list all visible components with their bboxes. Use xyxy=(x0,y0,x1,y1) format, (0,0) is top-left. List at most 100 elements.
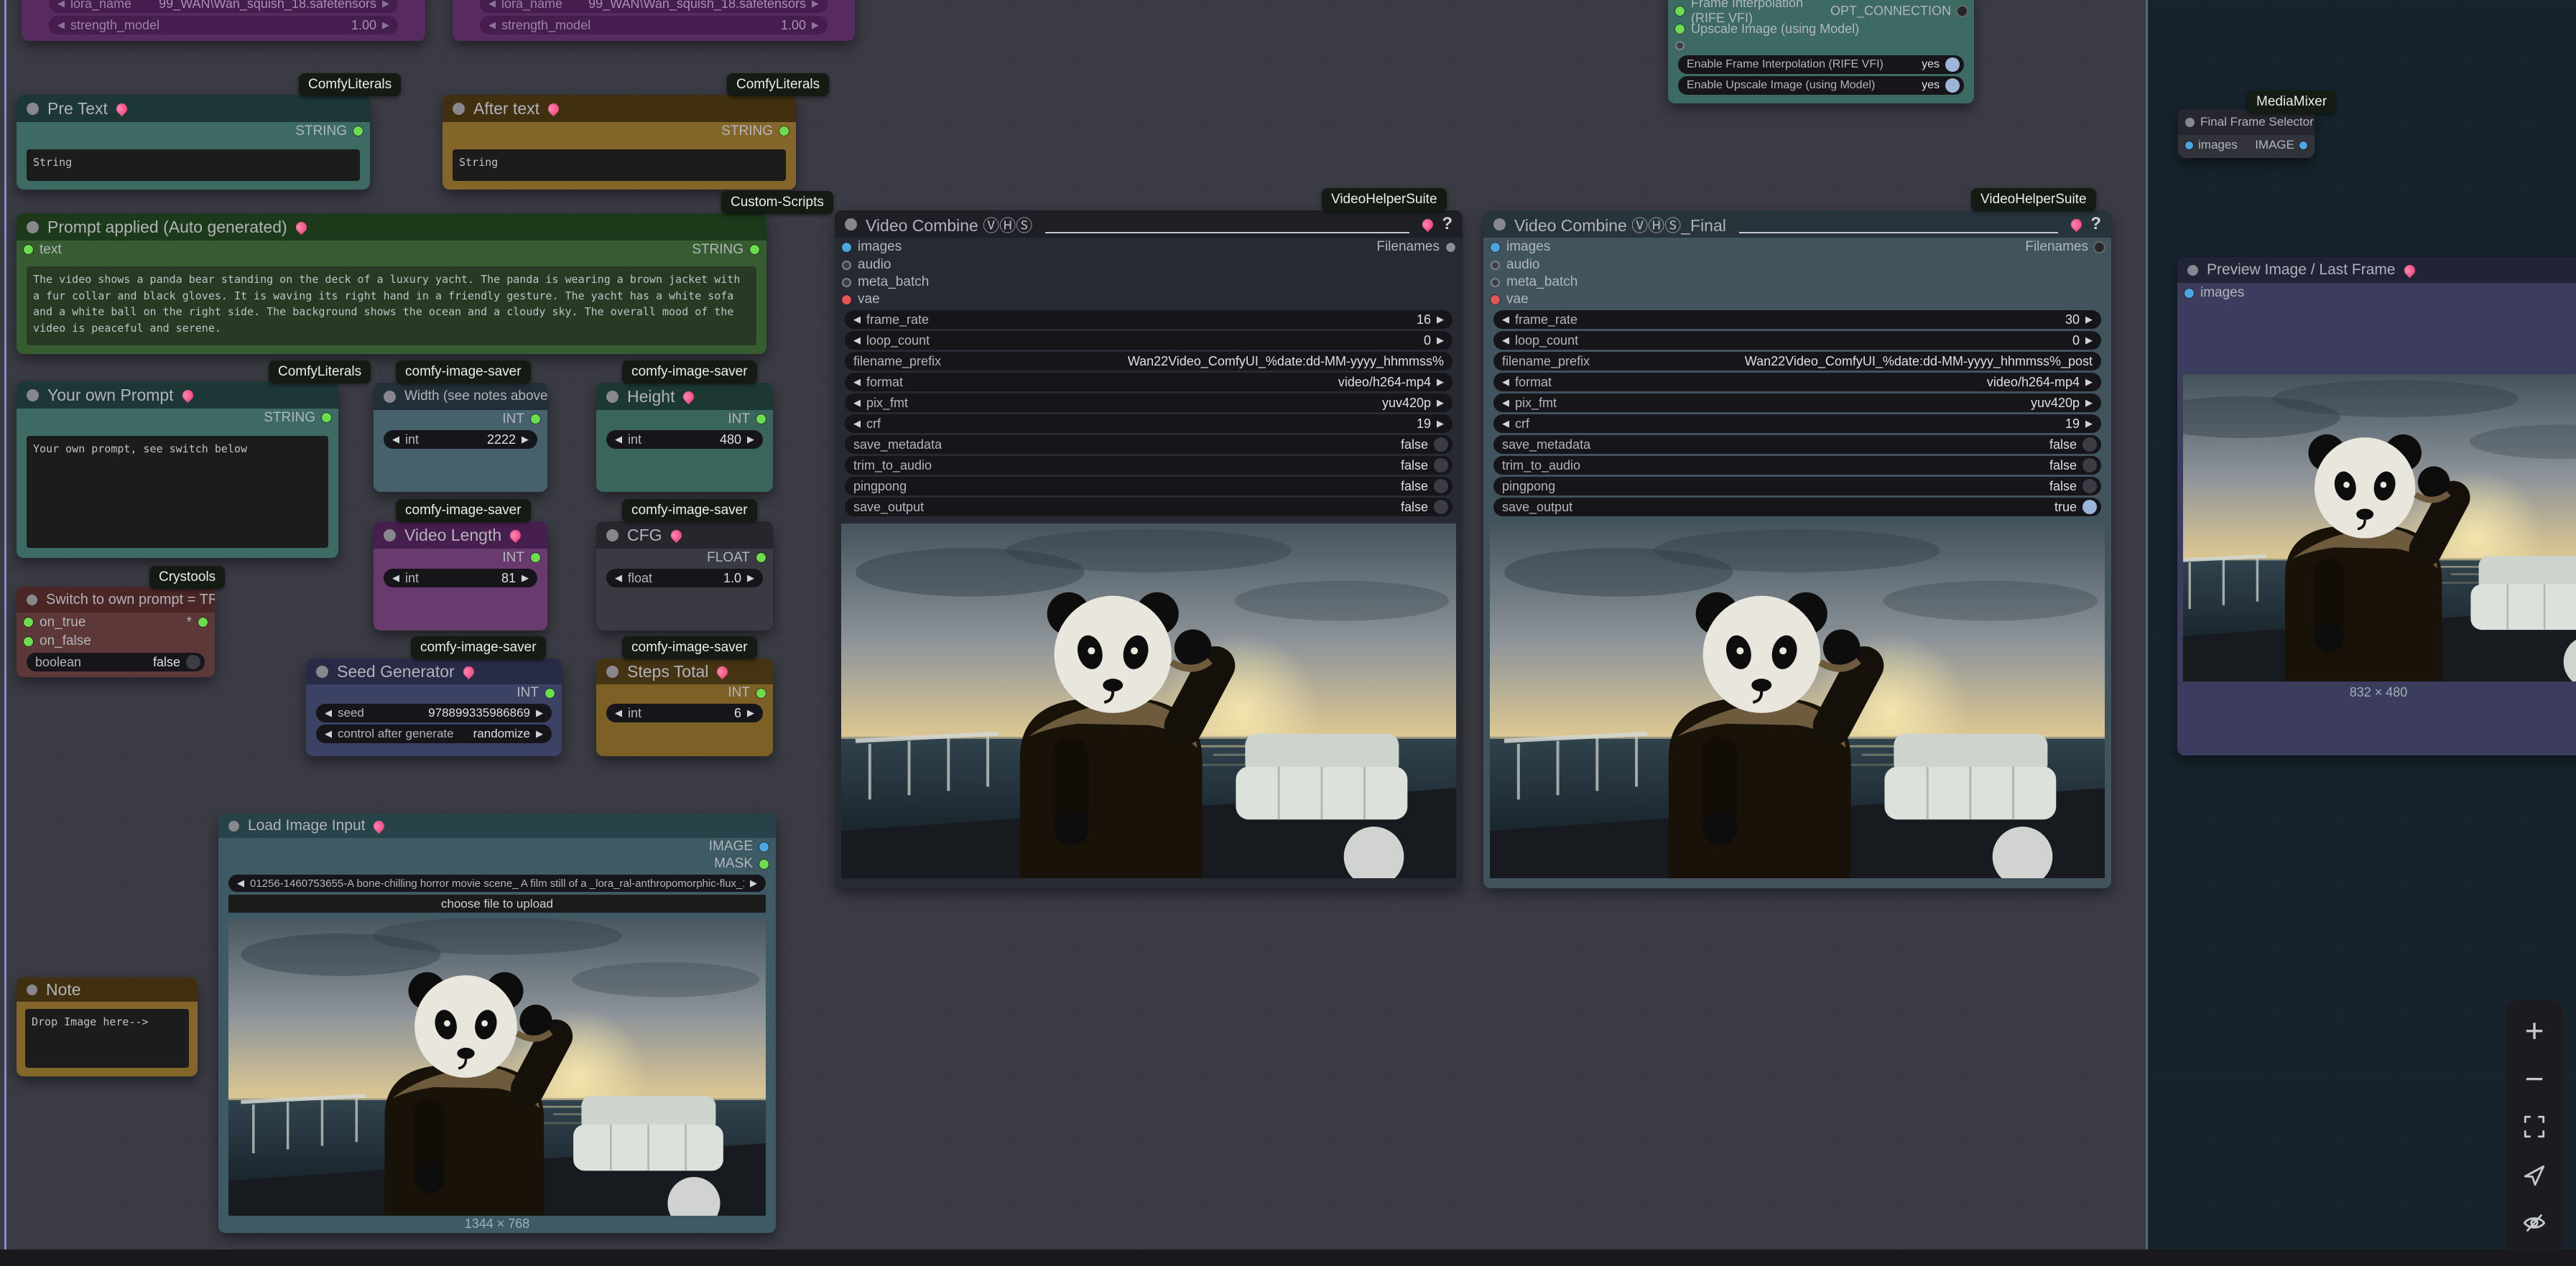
node-header[interactable]: After text xyxy=(443,95,796,122)
node-video-length[interactable]: Video Length INT ◀ int 81 ▶ xyxy=(374,521,547,630)
prev-arrow[interactable]: ◀ xyxy=(1502,397,1509,409)
save-metadata-toggle[interactable]: save_metadatafalse xyxy=(1493,435,2101,454)
image-file-combo[interactable]: ◀ 01256-1460753655-A bone-chilling horro… xyxy=(228,875,766,892)
node-header[interactable]: Steps Total xyxy=(596,658,773,684)
zoom-out-button[interactable]: − xyxy=(2517,1061,2552,1096)
lora-name-widget[interactable]: ◀ lora_name 99_WAN\Wan_squish_18.safeten… xyxy=(480,0,828,13)
pan-mode-button[interactable] xyxy=(2517,1158,2552,1192)
node-header[interactable]: Note xyxy=(17,977,198,1002)
frame-rate-widget[interactable]: ◀frame_rate30▶ xyxy=(1493,310,2101,329)
toggle-knob[interactable] xyxy=(2082,458,2097,473)
decrement-arrow[interactable]: ◀ xyxy=(853,418,861,429)
save-metadata-toggle[interactable]: save_metadatafalse xyxy=(845,435,1453,454)
toggle-knob[interactable] xyxy=(186,655,200,669)
collapse-dot[interactable] xyxy=(384,529,396,541)
collapse-dot[interactable] xyxy=(228,821,239,832)
vae-input-port[interactable] xyxy=(1491,295,1500,304)
string-output-port[interactable] xyxy=(353,126,363,136)
decrement-arrow[interactable]: ◀ xyxy=(1502,418,1509,429)
lora-name-widget[interactable]: ◀ lora_name 99_WAN\Wan_squish_18.safeten… xyxy=(49,0,398,13)
text-widget[interactable]: String xyxy=(453,149,786,181)
node-your-own-prompt[interactable]: Your own Prompt STRING Your own prompt, … xyxy=(17,381,338,558)
pix-fmt-combo-widget[interactable]: ◀pix_fmtyuv420p▶ xyxy=(1493,394,2101,412)
images-input-port[interactable] xyxy=(1491,243,1500,252)
increment-arrow[interactable]: ▶ xyxy=(2085,314,2093,325)
prev-arrow[interactable]: ◀ xyxy=(325,728,332,740)
node-header[interactable]: Width (see notes above) xyxy=(374,383,547,410)
toggle-knob[interactable] xyxy=(1434,458,1448,473)
node-load-image-input[interactable]: Load Image Input IMAGE MASK ◀ 01256-1460… xyxy=(218,814,776,1233)
increment-arrow[interactable]: ▶ xyxy=(1437,335,1444,346)
on-true-input-port[interactable] xyxy=(24,618,33,627)
next-arrow[interactable]: ▶ xyxy=(1437,376,1444,388)
loop-count-widget[interactable]: ◀loop_count0▶ xyxy=(1493,331,2101,350)
format-combo-widget[interactable]: ◀formatvideo/h264-mp4▶ xyxy=(1493,373,2101,391)
upscale-image-input-port[interactable] xyxy=(1675,24,1685,34)
prev-arrow[interactable]: ◀ xyxy=(1502,376,1509,388)
next-arrow[interactable]: ▶ xyxy=(536,728,543,740)
increment-arrow[interactable]: ▶ xyxy=(536,707,543,719)
next-arrow[interactable]: ▶ xyxy=(2085,397,2093,409)
increment-arrow[interactable]: ▶ xyxy=(747,707,754,719)
prev-arrow[interactable]: ◀ xyxy=(853,397,861,409)
increment-arrow[interactable]: ▶ xyxy=(522,434,529,445)
node-header[interactable]: Preview Image / Last Frame xyxy=(2177,257,2576,283)
node-height[interactable]: Height INT ◀ int 480 ▶ xyxy=(596,383,773,492)
decrement-arrow[interactable]: ◀ xyxy=(57,0,65,9)
collapse-dot[interactable] xyxy=(2185,118,2195,127)
decrement-arrow[interactable]: ◀ xyxy=(1502,335,1509,346)
text-widget[interactable]: String xyxy=(27,149,360,181)
node-header[interactable]: Switch to own prompt = TRUE xyxy=(17,587,215,613)
decrement-arrow[interactable]: ◀ xyxy=(57,19,65,31)
collapse-dot[interactable] xyxy=(27,595,37,605)
filename-prefix-widget[interactable]: filename_prefixWan22Video_ComfyUI_%date:… xyxy=(1493,352,2101,371)
toggle-knob[interactable] xyxy=(1945,78,1960,93)
note-text[interactable]: Drop Image here--> xyxy=(25,1009,189,1068)
int-widget[interactable]: ◀ int 480 ▶ xyxy=(606,430,763,449)
strength-model-widget[interactable]: ◀ strength_model 1.00 ▶ xyxy=(480,16,828,34)
loop-count-widget[interactable]: ◀loop_count0▶ xyxy=(845,331,1453,350)
help-icon[interactable]: ? xyxy=(2090,214,2101,234)
enable-frame-interpolation-toggle[interactable]: Enable Frame Interpolation (RIFE VFI) ye… xyxy=(1678,55,1964,74)
trim-to-audio-toggle[interactable]: trim_to_audiofalse xyxy=(845,456,1453,475)
format-combo-widget[interactable]: ◀formatvideo/h264-mp4▶ xyxy=(845,373,1453,391)
node-pre-text[interactable]: Pre Text STRING String xyxy=(17,95,370,190)
collapse-dot[interactable] xyxy=(606,391,618,403)
node-lora-loader-1[interactable]: ◀ lora_name 99_WAN\Wan_squish_18.safeten… xyxy=(22,0,425,41)
node-video-combine[interactable]: Video Combine ⓋⒽⓈ ? images Filenames aud… xyxy=(835,210,1463,888)
mask-output-port[interactable] xyxy=(759,860,769,869)
next-arrow[interactable]: ▶ xyxy=(2085,376,2093,388)
images-input-port[interactable] xyxy=(2185,141,2193,149)
prev-arrow[interactable]: ◀ xyxy=(237,878,244,889)
node-switch-own-prompt[interactable]: Switch to own prompt = TRUE on_true * on… xyxy=(17,587,215,677)
crf-widget[interactable]: ◀crf19▶ xyxy=(1493,414,2101,433)
node-header[interactable]: Height xyxy=(596,383,773,410)
unnamed-input-port[interactable] xyxy=(1675,41,1685,50)
toggle-knob[interactable] xyxy=(1945,57,1960,72)
toggle-knob[interactable] xyxy=(1434,437,1448,452)
node-header[interactable]: Pre Text xyxy=(17,95,370,122)
toggle-knob[interactable] xyxy=(2082,479,2097,493)
collapse-dot[interactable] xyxy=(27,389,39,401)
collapse-dot[interactable] xyxy=(316,666,328,678)
string-output-port[interactable] xyxy=(779,126,789,136)
node-final-frame-selector[interactable]: Final Frame Selector images IMAGE xyxy=(2178,109,2315,158)
node-header[interactable]: Your own Prompt xyxy=(17,381,338,409)
next-arrow[interactable]: ▶ xyxy=(1437,397,1444,409)
save-output-toggle[interactable]: save_outputfalse xyxy=(845,498,1453,516)
choose-file-button[interactable]: choose file to upload xyxy=(228,895,766,913)
node-video-combine-final[interactable]: Video Combine ⓋⒽⓈ_Final ? images Filenam… xyxy=(1483,210,2111,888)
node-after-text[interactable]: After text STRING String xyxy=(443,95,796,190)
int-output-port[interactable] xyxy=(531,414,540,424)
prev-arrow[interactable]: ◀ xyxy=(853,376,861,388)
trim-to-audio-toggle[interactable]: trim_to_audiofalse xyxy=(1493,456,2101,475)
meta-batch-input-port[interactable] xyxy=(1491,278,1500,287)
increment-arrow[interactable]: ▶ xyxy=(2085,418,2093,429)
on-false-input-port[interactable] xyxy=(24,637,33,646)
collapse-dot[interactable] xyxy=(845,218,857,231)
collapse-dot[interactable] xyxy=(606,529,618,541)
image-output-port[interactable] xyxy=(759,842,769,852)
text-widget[interactable]: The video shows a panda bear standing on… xyxy=(27,266,756,345)
fit-view-button[interactable] xyxy=(2517,1109,2552,1144)
increment-arrow[interactable]: ▶ xyxy=(747,572,754,584)
